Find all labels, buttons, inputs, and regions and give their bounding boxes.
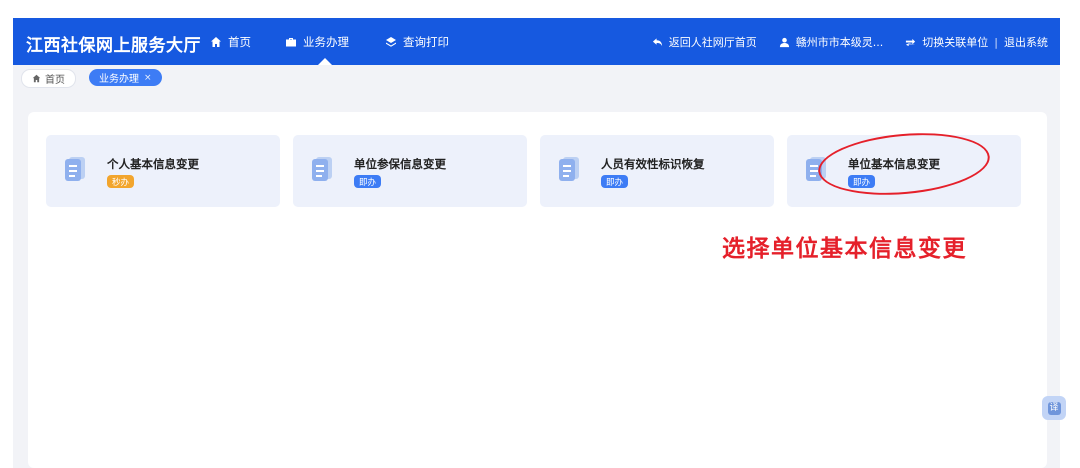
nav-home-label: 首页: [228, 35, 251, 49]
service-card-unit-basic-info-change[interactable]: 单位基本信息变更 即办: [787, 135, 1021, 207]
user-icon: [779, 37, 789, 47]
site-brand[interactable]: 江西社保网上服务大厅: [26, 31, 201, 56]
top-navbar: 江西社保网上服务大厅 首页 业务办理 查询打印 返回人社网厅首页 赣州市市本级灵…: [13, 18, 1060, 65]
card-title: 单位参保信息变更: [354, 157, 446, 171]
tab-strip: 首页 业务办理 ×: [13, 65, 1060, 91]
card-badge: 即办: [601, 175, 629, 188]
service-card-validity-restore[interactable]: 人员有效性标识恢复 即办: [540, 135, 774, 207]
card-title: 单位基本信息变更: [848, 157, 940, 171]
active-nav-indicator: [318, 58, 332, 65]
document-icon: [65, 157, 85, 181]
switch-icon: [906, 38, 916, 46]
header-right-links: 返回人社网厅首页 赣州市市本级灵... 切换关联单位 | 退出系统: [652, 34, 1048, 50]
card-badge: 即办: [848, 175, 876, 188]
nav-query-label: 查询打印: [403, 35, 449, 49]
tab-business-label: 业务办理: [99, 74, 139, 85]
nav-query-print[interactable]: 查询打印: [385, 34, 449, 50]
service-card-unit-insurance-change[interactable]: 单位参保信息变更 即办: [293, 135, 527, 207]
document-icon: [806, 157, 826, 181]
switch-unit-link[interactable]: 切换关联单位: [922, 34, 988, 50]
briefcase-icon: [286, 38, 296, 47]
nav-business[interactable]: 业务办理: [285, 34, 349, 50]
user-name-link[interactable]: 赣州市市本级灵...: [796, 34, 884, 50]
annotation-text: 选择单位基本信息变更: [722, 235, 967, 262]
header-separator: |: [994, 35, 998, 49]
card-title: 人员有效性标识恢复: [601, 157, 705, 171]
document-icon: [559, 157, 579, 181]
card-badge: 即办: [354, 175, 382, 188]
tab-close-icon[interactable]: ×: [144, 73, 152, 83]
logout-link[interactable]: 退出系统: [1004, 34, 1048, 50]
card-badge: 秒办: [107, 175, 135, 188]
nav-business-label: 业务办理: [303, 35, 349, 49]
service-card-personal-info-change[interactable]: 个人基本信息变更 秒办: [46, 135, 280, 207]
document-icon: [312, 157, 332, 181]
home-icon: [32, 74, 41, 83]
card-title: 个人基本信息变更: [107, 157, 199, 171]
back-arrow-icon: [652, 37, 662, 46]
layers-icon: [386, 37, 396, 47]
tab-business[interactable]: 业务办理 ×: [89, 69, 162, 86]
back-to-portal-link[interactable]: 返回人社网厅首页: [669, 34, 757, 50]
tab-home-label: 首页: [45, 75, 65, 86]
home-icon: [211, 37, 221, 47]
nav-home[interactable]: 首页: [210, 34, 251, 50]
translate-icon: 译: [1047, 401, 1061, 415]
translate-float-button[interactable]: 译: [1042, 396, 1066, 420]
tab-home[interactable]: 首页: [21, 69, 76, 88]
